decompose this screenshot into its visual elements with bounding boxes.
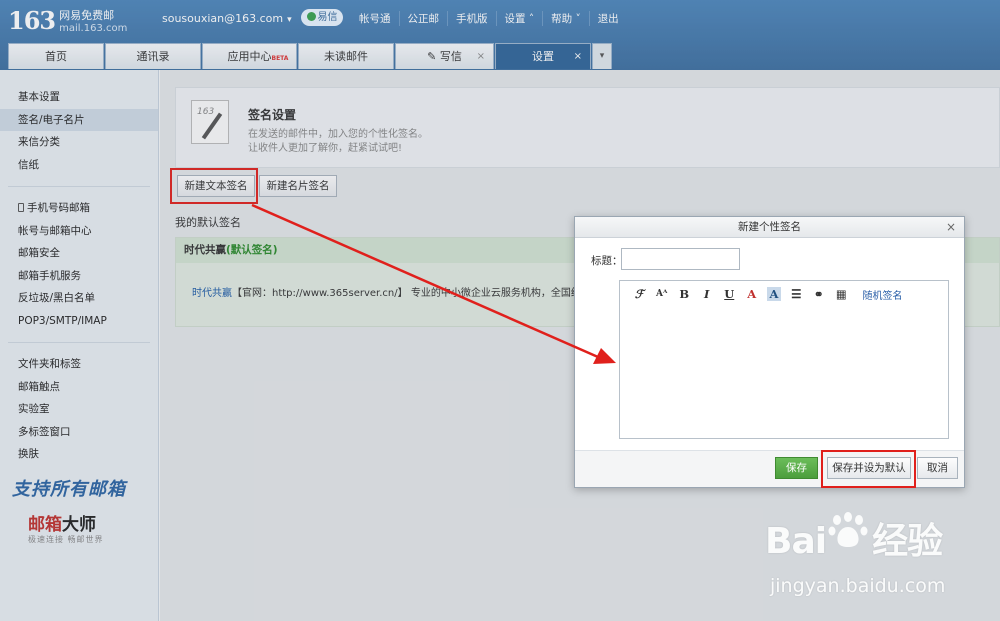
close-icon[interactable]: ×: [946, 217, 956, 238]
highlight-box: [821, 450, 916, 488]
cancel-button[interactable]: 取消: [917, 457, 958, 479]
background-color-icon[interactable]: A: [767, 287, 781, 301]
paw-icon: [828, 512, 868, 547]
editor-toolbar: ℱ Aᴬ B I U A A ☰ ⚭ ▦ 随机签名: [628, 287, 903, 302]
dialog-header: 新建个性签名 ×: [575, 217, 964, 238]
watermark-brand-tail: 经验: [872, 521, 943, 562]
signature-editor[interactable]: ℱ Aᴬ B I U A A ☰ ⚭ ▦ 随机签名: [619, 280, 949, 439]
watermark-brand: Bai: [765, 521, 827, 562]
watermark-url: jingyan.baidu.com: [770, 575, 946, 597]
image-icon[interactable]: ▦: [830, 287, 853, 301]
title-label: 标题：: [591, 255, 623, 267]
dialog-title: 新建个性签名: [738, 221, 801, 233]
link-icon[interactable]: ⚭: [808, 287, 831, 301]
align-icon[interactable]: ☰: [785, 287, 808, 301]
text-color-icon[interactable]: A: [741, 287, 764, 301]
italic-icon[interactable]: I: [696, 287, 719, 301]
new-signature-dialog: 新建个性签名 × 标题： ℱ Aᴬ B I U A A ☰ ⚭ ▦ 随机签名 保…: [574, 216, 965, 488]
bold-icon[interactable]: B: [673, 287, 696, 301]
font-size-icon[interactable]: Aᴬ: [651, 289, 674, 299]
signature-title-input[interactable]: [621, 248, 740, 270]
save-button[interactable]: 保存: [775, 457, 818, 479]
font-family-icon[interactable]: ℱ: [628, 287, 651, 301]
random-signature-link[interactable]: 随机签名: [863, 287, 903, 302]
underline-icon[interactable]: U: [718, 287, 741, 301]
